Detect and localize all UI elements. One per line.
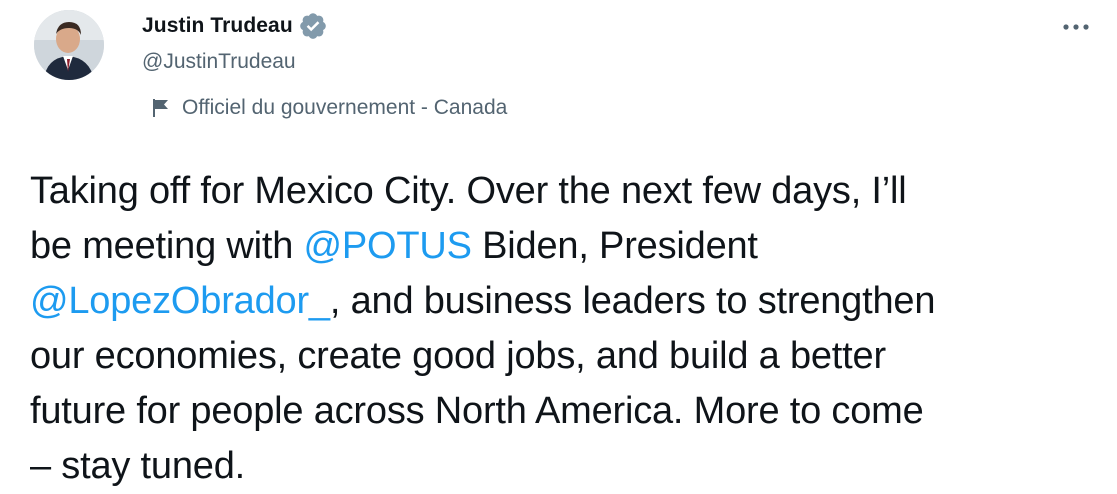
tweet-text-line: Taking off for Mexico City. Over the nex… (30, 164, 1100, 219)
tweet-text-segment: Taking off for Mexico City. Over the nex… (30, 170, 907, 212)
verified-badge-icon (298, 11, 328, 41)
avatar[interactable] (34, 10, 104, 80)
tweet-text-segment: Biden, President (471, 225, 758, 267)
more-options-icon (1061, 19, 1091, 30)
tweet-text-segment: – stay tuned. (30, 445, 245, 487)
government-label-text: Officiel du gouvernement - Canada (182, 96, 508, 119)
mention-link[interactable]: @LopezObrador_ (30, 280, 330, 322)
mention-link[interactable]: @POTUS (304, 225, 472, 267)
flag-icon (150, 97, 172, 119)
government-label: Officiel du gouvernement - Canada (150, 94, 507, 122)
tweet-text-line: @LopezObrador_, and business leaders to … (30, 274, 1100, 329)
tweet-text-segment: be meeting with (30, 225, 304, 267)
display-name[interactable]: Justin Trudeau (142, 14, 293, 38)
tweet-text-segment: future for people across North America. … (30, 390, 924, 432)
tweet-text-segment: , and business leaders to strengthen (329, 280, 936, 322)
author-block: Justin Trudeau @JustinTrudeau (142, 10, 328, 76)
tweet-text-line: our economies, create good jobs, and bui… (30, 329, 1100, 384)
tweet-text-line: future for people across North America. … (30, 384, 1100, 439)
more-options-button[interactable] (1052, 6, 1100, 42)
tweet-text-line: – stay tuned. (30, 439, 1100, 494)
user-handle[interactable]: @JustinTrudeau (142, 48, 328, 76)
tweet-text: Taking off for Mexico City. Over the nex… (30, 164, 1100, 494)
tweet-text-line: be meeting with @POTUS Biden, President (30, 219, 1100, 274)
tweet-card: Justin Trudeau @JustinTrudeau Officiel d… (0, 0, 1117, 487)
name-row: Justin Trudeau (142, 10, 328, 42)
profile-photo-icon (34, 10, 104, 80)
tweet-text-segment: our economies, create good jobs, and bui… (30, 335, 886, 377)
